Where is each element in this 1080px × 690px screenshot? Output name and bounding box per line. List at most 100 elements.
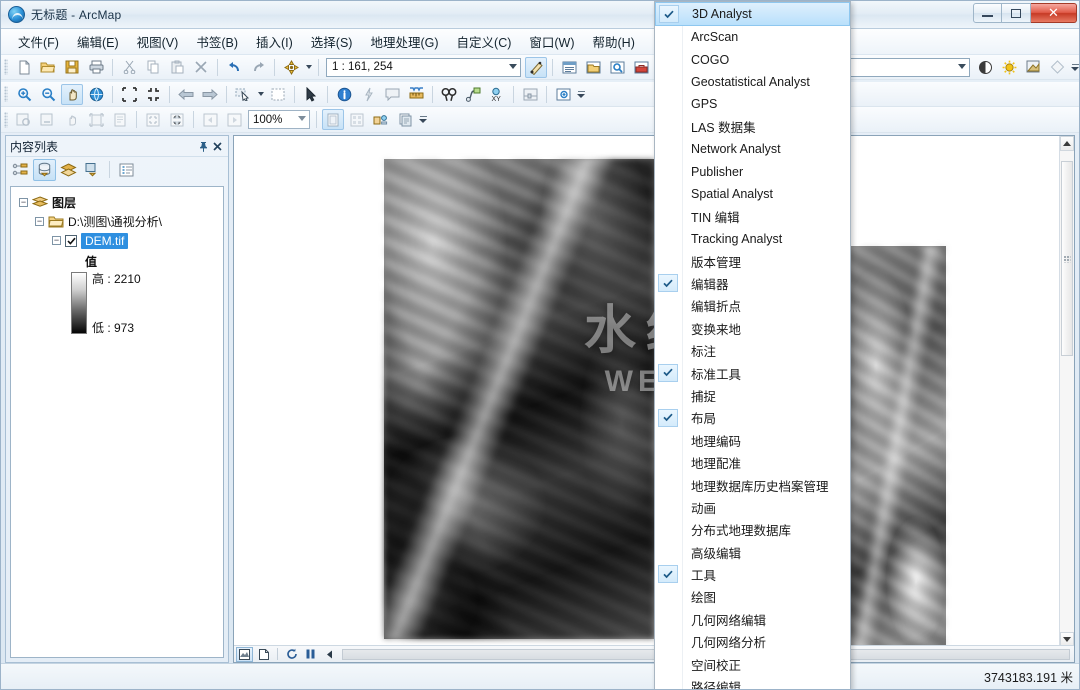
identify-icon[interactable] xyxy=(333,84,355,105)
toc-tree[interactable]: − 图层 − D:\测图\通视分析\ − DEM.tif 值 高: 2210 … xyxy=(10,186,224,658)
contrast-icon[interactable] xyxy=(974,57,996,78)
dropdown-item[interactable]: 分布式地理数据库 xyxy=(655,519,850,541)
toc-layer-row[interactable]: − DEM.tif xyxy=(15,231,219,250)
scroll-up-button[interactable] xyxy=(1060,136,1074,151)
toggle-draft-mode-icon[interactable] xyxy=(322,109,344,130)
scroll-track[interactable] xyxy=(1060,151,1074,632)
dropdown-item[interactable]: 版本管理 xyxy=(655,250,850,272)
save-icon[interactable] xyxy=(61,57,83,78)
cut-icon[interactable] xyxy=(118,57,140,78)
dropdown-item[interactable]: 空间校正 xyxy=(655,653,850,675)
close-icon[interactable] xyxy=(210,139,224,153)
menu-file[interactable]: 文件(F) xyxy=(9,28,68,55)
full-extent-icon[interactable] xyxy=(85,84,107,105)
undo-icon[interactable] xyxy=(223,57,245,78)
map-canvas[interactable]: 水经微图 WEMAPGIS xyxy=(234,136,1059,647)
find-route-icon[interactable] xyxy=(462,84,484,105)
pan-icon[interactable] xyxy=(61,83,83,105)
layout-zoom-in-icon[interactable] xyxy=(13,109,35,130)
html-popup-icon[interactable] xyxy=(381,84,403,105)
list-by-selection-icon[interactable] xyxy=(81,159,104,181)
copy-icon[interactable] xyxy=(142,57,164,78)
brightness-icon[interactable] xyxy=(998,57,1020,78)
layout-fixed-zoom-out-icon[interactable] xyxy=(166,109,188,130)
expander-icon[interactable]: − xyxy=(19,198,28,207)
menu-insert[interactable]: 插入(I) xyxy=(247,28,302,55)
pause-drawing-icon[interactable] xyxy=(302,647,319,662)
change-layout-icon[interactable] xyxy=(370,109,392,130)
menu-window[interactable]: 窗口(W) xyxy=(520,28,583,55)
select-features-dropdown-arrow[interactable] xyxy=(255,84,266,104)
layout-go-back-icon[interactable] xyxy=(199,109,221,130)
dropdown-item[interactable]: GPS xyxy=(655,93,850,115)
dropdown-item[interactable]: Publisher xyxy=(655,160,850,182)
data-view-icon[interactable] xyxy=(236,646,253,662)
swipe-icon[interactable] xyxy=(1046,57,1068,78)
menu-geoprocessing[interactable]: 地理处理(G) xyxy=(361,28,447,55)
layout-full-extent-icon[interactable] xyxy=(85,109,107,130)
add-data-dropdown-arrow[interactable] xyxy=(303,57,314,77)
go-forward-extent-icon[interactable] xyxy=(199,84,221,105)
dropdown-item[interactable]: 布局 xyxy=(655,407,850,429)
catalog-icon[interactable] xyxy=(582,57,604,78)
toolbar-grip[interactable] xyxy=(4,59,8,75)
dropdown-item[interactable]: 捕捉 xyxy=(655,384,850,406)
layout-fixed-zoom-in-icon[interactable] xyxy=(142,109,164,130)
layout-pan-icon[interactable] xyxy=(61,109,83,130)
measure-icon[interactable] xyxy=(405,84,427,105)
close-button[interactable]: ✕ xyxy=(1031,3,1077,23)
dropdown-item[interactable]: 编辑折点 xyxy=(655,295,850,317)
select-features-icon[interactable] xyxy=(232,84,254,105)
dropdown-item[interactable]: 几何网络分析 xyxy=(655,631,850,653)
fixed-zoom-out-icon[interactable] xyxy=(142,84,164,105)
focus-data-frame-icon[interactable] xyxy=(346,109,368,130)
dropdown-item[interactable]: COGO xyxy=(655,48,850,70)
toc-folder-row[interactable]: − D:\测图\通视分析\ xyxy=(15,212,219,231)
toolbar-grip[interactable] xyxy=(4,86,8,102)
data-driven-pages-icon[interactable] xyxy=(394,109,416,130)
fixed-zoom-in-icon[interactable] xyxy=(118,84,140,105)
toolbar-grip[interactable] xyxy=(4,111,8,128)
delete-icon[interactable] xyxy=(190,57,212,78)
open-folder-icon[interactable] xyxy=(37,57,59,78)
pin-icon[interactable] xyxy=(196,139,210,153)
menu-selection[interactable]: 选择(S) xyxy=(302,28,362,55)
find-icon[interactable] xyxy=(438,84,460,105)
paste-icon[interactable] xyxy=(166,57,188,78)
print-icon[interactable] xyxy=(85,57,107,78)
redo-icon[interactable] xyxy=(247,57,269,78)
map-scale-combo[interactable]: 1 : 161, 254 xyxy=(326,57,521,77)
add-data-icon[interactable] xyxy=(280,57,302,78)
layout-zoom-out-icon[interactable] xyxy=(37,109,59,130)
toc-root-row[interactable]: − 图层 xyxy=(15,193,219,212)
create-viewer-window-icon[interactable] xyxy=(552,84,574,105)
dropdown-item[interactable]: 绘图 xyxy=(655,586,850,608)
menu-bookmarks[interactable]: 书签(B) xyxy=(187,28,247,55)
select-elements-icon[interactable] xyxy=(300,84,322,105)
menu-view[interactable]: 视图(V) xyxy=(128,28,188,55)
dropdown-item[interactable]: 地理数据库历史档案管理 xyxy=(655,474,850,496)
dropdown-item[interactable]: 变换来地 xyxy=(655,317,850,339)
tools-toolbar-overflow-button[interactable] xyxy=(575,84,587,104)
dropdown-item[interactable]: Geostatistical Analyst xyxy=(655,71,850,93)
dropdown-item[interactable]: 地理编码 xyxy=(655,429,850,451)
options-icon[interactable] xyxy=(115,159,138,181)
arctoolbox-icon[interactable] xyxy=(630,57,652,78)
dropdown-item[interactable]: 路径编辑 xyxy=(655,675,850,689)
dropdown-item[interactable]: 地理配准 xyxy=(655,451,850,473)
toc-layer-label[interactable]: DEM.tif xyxy=(81,232,129,249)
effects-layer-combo[interactable] xyxy=(840,57,970,77)
dropdown-item[interactable]: 3D Analyst xyxy=(655,2,850,26)
layout-zoom-whole-page-icon[interactable] xyxy=(109,109,131,130)
go-back-extent-icon[interactable] xyxy=(175,84,197,105)
menu-edit[interactable]: 编辑(E) xyxy=(68,28,128,55)
search-icon[interactable] xyxy=(606,57,628,78)
layout-toolbar-overflow-button[interactable] xyxy=(417,110,429,130)
dropdown-item[interactable]: 动画 xyxy=(655,496,850,518)
go-to-xy-icon[interactable]: XY xyxy=(486,84,508,105)
dropdown-item[interactable]: 高级编辑 xyxy=(655,541,850,563)
table-of-contents-icon[interactable] xyxy=(558,57,580,78)
editor-toolbar-icon[interactable] xyxy=(525,56,547,78)
scroll-thumb[interactable] xyxy=(1061,161,1073,356)
new-document-icon[interactable] xyxy=(13,57,35,78)
